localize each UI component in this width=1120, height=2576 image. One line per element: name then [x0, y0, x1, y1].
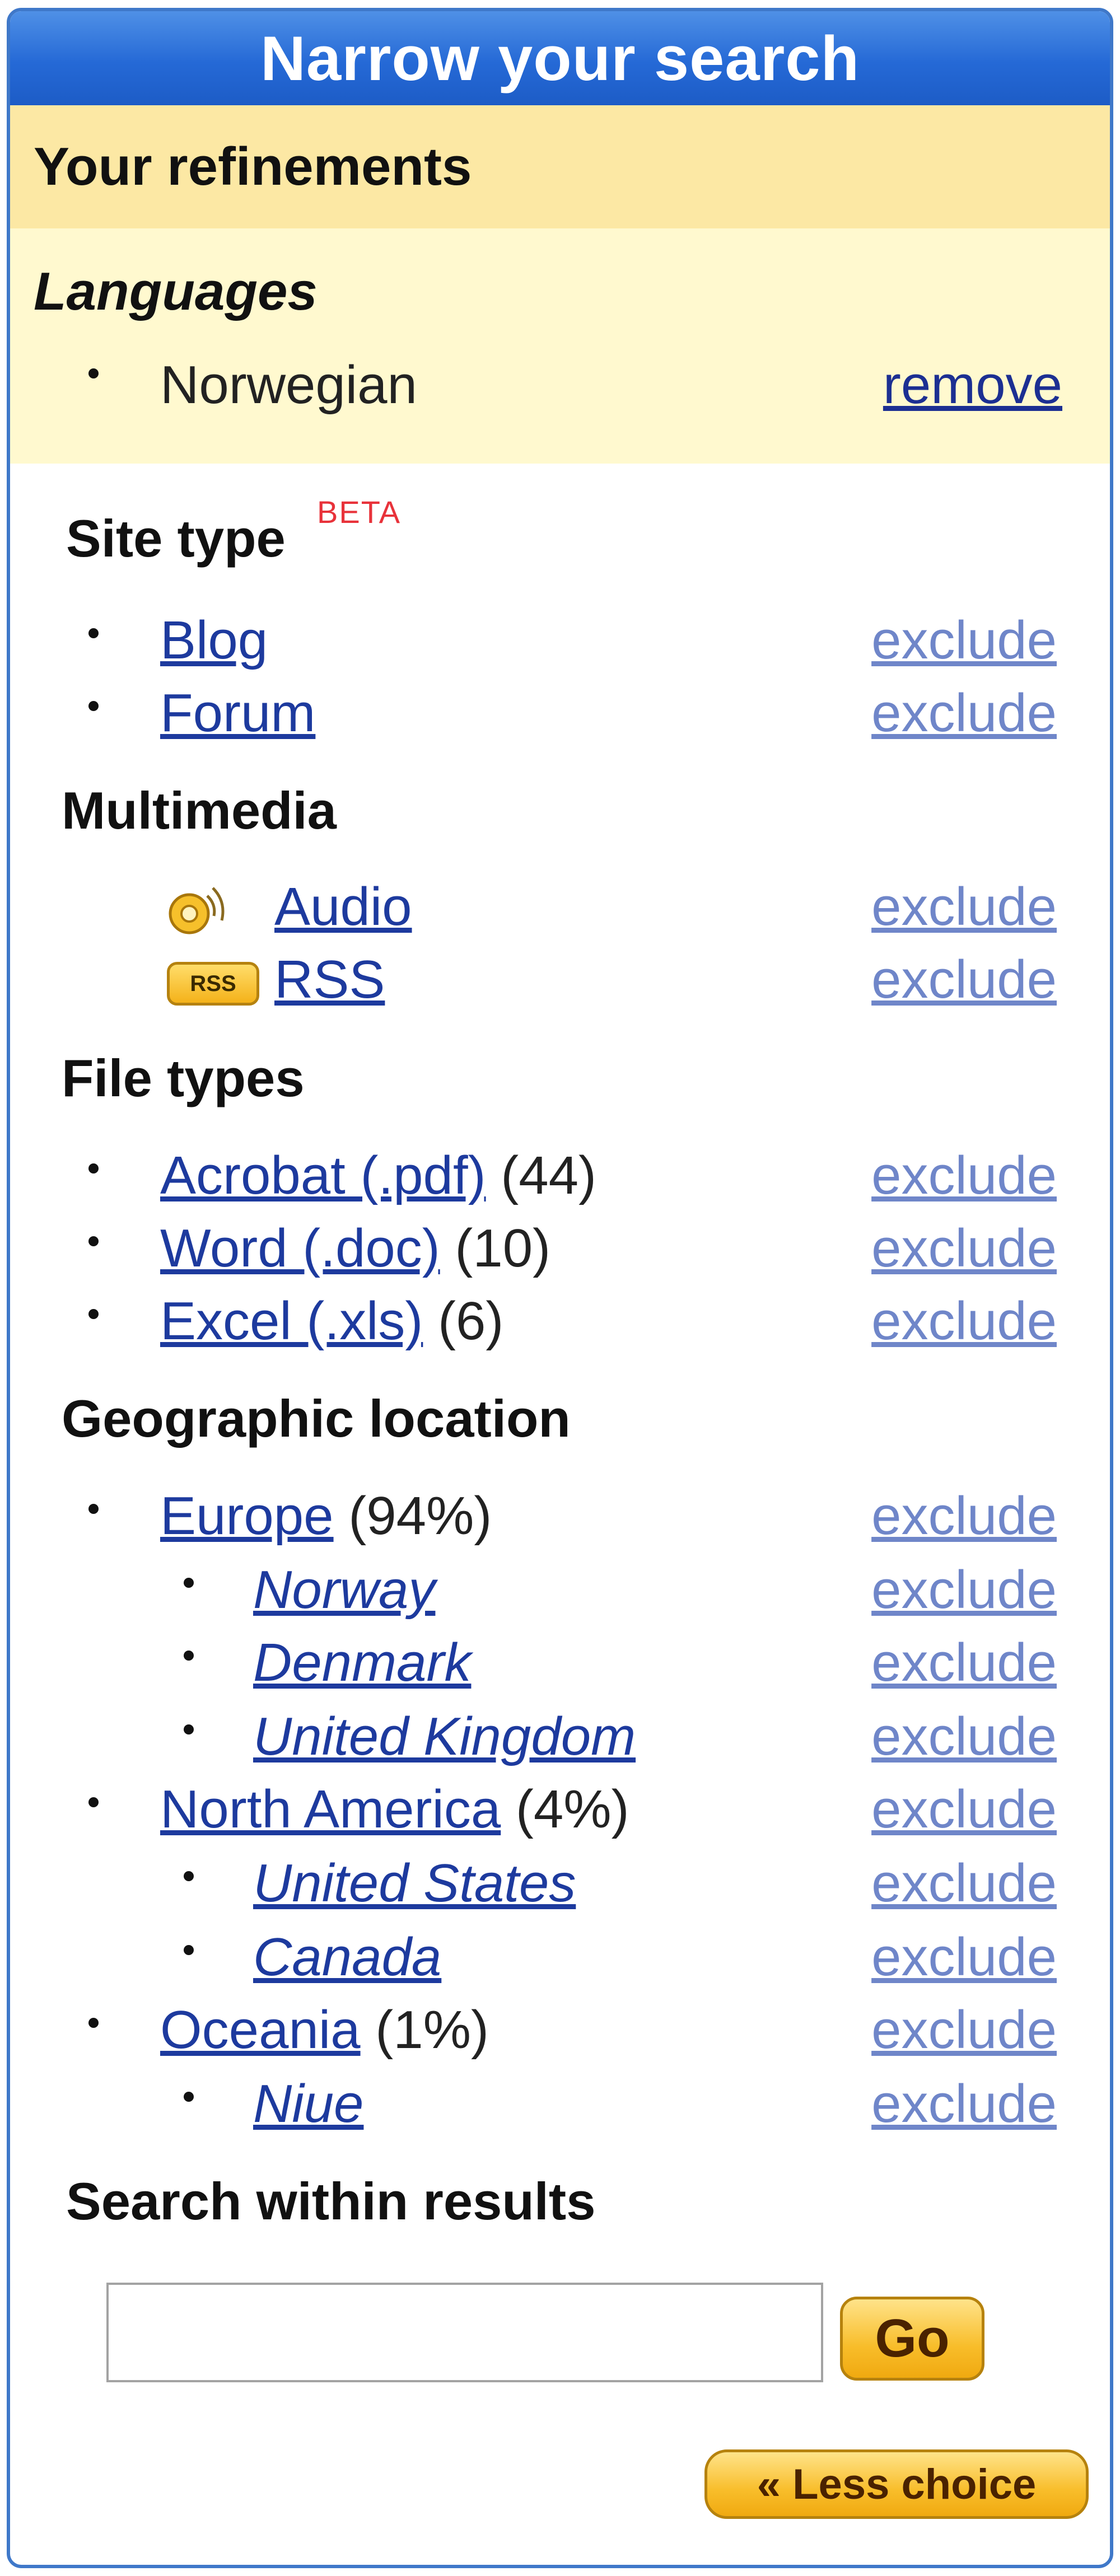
geo-niue-link[interactable]: Niue: [253, 2074, 363, 2134]
list-item: Canada exclude: [10, 1924, 1110, 1991]
bullet: [88, 1163, 99, 1174]
geo-oceania-link[interactable]: Oceania: [160, 2000, 361, 2060]
exclude-rss-link[interactable]: exclude: [871, 946, 1057, 1013]
bullet: [184, 1578, 194, 1588]
refinements-title: Your refinements: [34, 137, 472, 197]
search-within-input[interactable]: [106, 2283, 823, 2382]
geo-north-america-link[interactable]: North America: [160, 1779, 501, 1839]
panel-title: Narrow your search: [260, 23, 860, 93]
exclude-united-kingdom-link[interactable]: exclude: [871, 1703, 1057, 1770]
file-type-doc-link[interactable]: Word (.doc): [160, 1218, 440, 1278]
geo-europe-link[interactable]: Europe: [160, 1486, 334, 1546]
bullet: [88, 2018, 99, 2028]
bullet: [184, 1945, 194, 1955]
go-button[interactable]: Go: [840, 2297, 984, 2381]
panel-header: Narrow your search: [10, 11, 1110, 105]
list-item: Forum exclude: [10, 680, 1110, 747]
exclude-doc-link[interactable]: exclude: [871, 1215, 1057, 1282]
exclude-denmark-link[interactable]: exclude: [871, 1629, 1057, 1696]
audio-icon: [169, 887, 225, 934]
geo-north-america-count: (4%): [515, 1779, 629, 1839]
exclude-europe-link[interactable]: exclude: [871, 1483, 1057, 1550]
geo-europe-count: (94%): [348, 1486, 492, 1546]
list-item: Denmark exclude: [10, 1629, 1110, 1696]
remove-language-link[interactable]: remove: [883, 354, 1062, 416]
list-item: Acrobat (.pdf) (44) exclude: [10, 1142, 1110, 1209]
multimedia-title: Multimedia: [62, 781, 337, 840]
site-type-title: Site type: [66, 508, 286, 569]
file-type-pdf-count: (44): [501, 1146, 596, 1205]
bullet: [88, 1309, 99, 1319]
exclude-oceania-link[interactable]: exclude: [871, 1997, 1057, 2064]
site-type-forum-link[interactable]: Forum: [160, 683, 315, 743]
rss-icon: RSS: [167, 962, 259, 1006]
list-item: Norway exclude: [10, 1556, 1110, 1624]
geo-oceania-count: (1%): [375, 2000, 489, 2060]
file-types-title: File types: [62, 1049, 305, 1107]
geo-norway-link[interactable]: Norway: [253, 1560, 435, 1620]
exclude-xls-link[interactable]: exclude: [871, 1288, 1057, 1355]
site-type-label: Site type: [66, 509, 286, 568]
geo-denmark-link[interactable]: Denmark: [253, 1633, 471, 1693]
exclude-united-states-link[interactable]: exclude: [871, 1850, 1057, 1917]
languages-title: Languages: [34, 261, 318, 321]
exclude-canada-link[interactable]: exclude: [871, 1924, 1057, 1991]
list-item: Audio exclude: [10, 873, 1110, 941]
refinements-header: Your refinements: [10, 105, 1110, 228]
list-item: United States exclude: [10, 1850, 1110, 1917]
language-value: Norwegian: [160, 355, 417, 415]
file-type-doc-count: (10): [455, 1218, 551, 1278]
bullet: [88, 1236, 99, 1246]
less-choice-button[interactable]: « Less choice: [704, 2449, 1089, 2519]
file-type-xls-count: (6): [438, 1291, 504, 1351]
bullet: [184, 1651, 194, 1661]
geo-united-kingdom-link[interactable]: United Kingdom: [253, 1707, 636, 1766]
list-item: North America (4%) exclude: [10, 1776, 1110, 1843]
bullet: [184, 1724, 194, 1735]
list-item: Europe (94%) exclude: [10, 1483, 1110, 1550]
exclude-north-america-link[interactable]: exclude: [871, 1776, 1057, 1843]
geo-united-states-link[interactable]: United States: [253, 1853, 576, 1913]
beta-badge: BETA: [317, 494, 402, 530]
exclude-pdf-link[interactable]: exclude: [871, 1142, 1057, 1209]
list-item: Niue exclude: [10, 2070, 1110, 2138]
bullet: [88, 628, 99, 638]
list-item: Excel (.xls) (6) exclude: [10, 1288, 1110, 1355]
refinements-body: Languages Norwegian remove: [10, 228, 1110, 464]
geo-title: Geographic location: [62, 1389, 571, 1448]
site-type-blog-link[interactable]: Blog: [160, 610, 268, 670]
list-item: United Kingdom exclude: [10, 1703, 1110, 1770]
bullet: [88, 701, 99, 711]
geo-canada-link[interactable]: Canada: [253, 1927, 441, 1987]
list-item: Oceania (1%) exclude: [10, 1997, 1110, 2064]
bullet: [88, 368, 99, 378]
list-item: Word (.doc) (10) exclude: [10, 1215, 1110, 1282]
exclude-niue-link[interactable]: exclude: [871, 2070, 1057, 2138]
bullet: [88, 1504, 99, 1514]
file-type-pdf-link[interactable]: Acrobat (.pdf): [160, 1146, 486, 1205]
exclude-forum-link[interactable]: exclude: [871, 680, 1057, 747]
bullet: [184, 2092, 194, 2102]
exclude-blog-link[interactable]: exclude: [871, 607, 1057, 674]
list-item: Blog exclude: [10, 607, 1110, 674]
multimedia-audio-link[interactable]: Audio: [274, 877, 412, 937]
bullet: [88, 1797, 99, 1807]
bullet: [184, 1871, 194, 1881]
exclude-norway-link[interactable]: exclude: [871, 1556, 1057, 1624]
narrow-search-panel: Narrow your search Your refinements Lang…: [7, 8, 1113, 2568]
file-type-xls-link[interactable]: Excel (.xls): [160, 1291, 423, 1351]
exclude-audio-link[interactable]: exclude: [871, 873, 1057, 941]
search-within-title: Search within results: [66, 2172, 596, 2231]
multimedia-rss-link[interactable]: RSS: [274, 950, 385, 1009]
list-item: RSS RSS exclude: [10, 946, 1110, 1013]
